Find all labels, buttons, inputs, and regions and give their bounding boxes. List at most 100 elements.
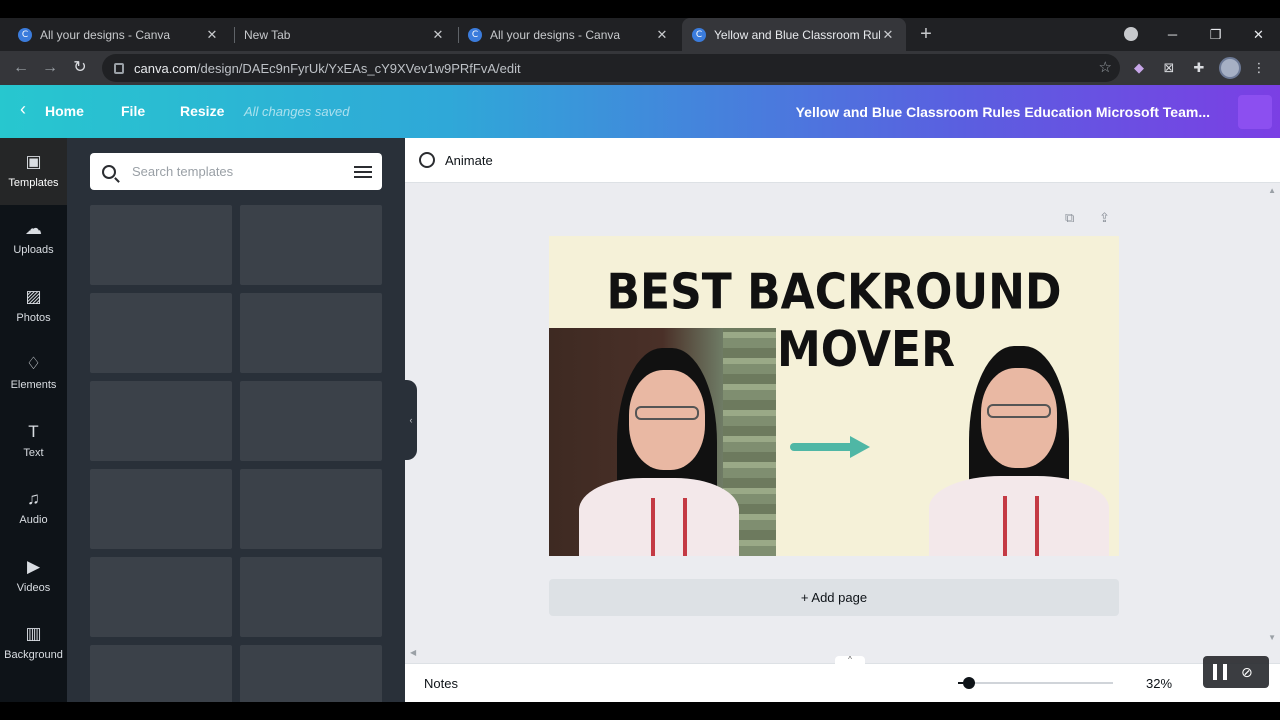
template-tile[interactable] — [240, 557, 382, 637]
file-menu-button[interactable]: File — [121, 103, 145, 119]
editor-footer: Notes ^ 32% — [405, 656, 1280, 702]
close-tab-icon[interactable]: ✕ — [204, 27, 220, 43]
extension-meet-icon[interactable]: ◆ — [1130, 59, 1148, 77]
search-icon — [102, 164, 116, 179]
back-icon[interactable]: ← — [10, 57, 32, 79]
templates-panel — [67, 138, 405, 702]
rail-item-uploads[interactable]: ☁ Uploads — [0, 205, 67, 272]
recording-overlay: ⊘ — [1203, 656, 1269, 688]
template-tile[interactable] — [90, 293, 232, 373]
scroll-down-icon[interactable]: ▼ — [1268, 633, 1276, 642]
photo-icon: ▨ — [25, 287, 42, 306]
share-button[interactable] — [1238, 95, 1272, 129]
video-icon: ▶ — [26, 557, 41, 576]
templates-icon: ▣ — [25, 152, 42, 171]
tab-search-icon[interactable] — [1124, 27, 1138, 41]
search-input[interactable] — [132, 164, 342, 179]
rail-item-label: Templates — [8, 177, 59, 189]
tab-all-designs-2[interactable]: C All your designs - Canva ✕ — [458, 18, 680, 51]
zoom-slider-handle[interactable] — [963, 677, 975, 689]
canva-favicon-icon: C — [692, 27, 706, 42]
rail-item-label: Elements — [10, 379, 57, 391]
extension-box-icon[interactable]: ⊠ — [1160, 59, 1178, 77]
close-tab-icon[interactable]: ✕ — [654, 27, 670, 43]
template-tile[interactable] — [90, 645, 232, 702]
rail-item-label: Photos — [16, 312, 51, 324]
arrow-right-icon[interactable] — [790, 436, 870, 458]
template-tile[interactable] — [240, 205, 382, 285]
bookmark-star-icon[interactable]: ☆ — [1099, 58, 1112, 76]
rail-item-templates[interactable]: ▣ Templates — [0, 138, 67, 205]
url-host: canva.com — [134, 60, 197, 76]
rail-item-label: Uploads — [13, 244, 54, 256]
music-note-icon: ♫ — [27, 489, 40, 508]
template-tile[interactable] — [90, 205, 232, 285]
rail-item-label: Text — [23, 447, 44, 459]
expand-notes-icon[interactable]: ^ — [835, 656, 865, 664]
scroll-up-icon[interactable]: ▲ — [1268, 186, 1276, 195]
template-tile[interactable] — [240, 381, 382, 461]
browser-toolbar: ← → ↻ canva.com/design/DAEc9nFyrUk/YxEAs… — [0, 51, 1280, 85]
original-photo[interactable] — [549, 328, 776, 556]
rail-item-background[interactable]: ▥ Background — [0, 610, 67, 677]
shapes-icon: ♢ — [25, 354, 42, 373]
chevron-left-icon[interactable]: ‹ — [20, 99, 26, 120]
template-tile[interactable] — [90, 557, 232, 637]
extensions-puzzle-icon[interactable]: ✚ — [1190, 59, 1208, 77]
zoom-slider[interactable] — [963, 682, 1113, 684]
close-tab-icon[interactable]: ✕ — [430, 27, 446, 43]
side-rail: ▣ Templates ☁ Uploads ▨ Photos ♢ Element… — [0, 138, 67, 702]
template-tile[interactable] — [240, 645, 382, 702]
forward-icon[interactable]: → — [39, 57, 61, 79]
text-icon: T — [28, 422, 39, 441]
background-pattern-icon: ▥ — [25, 624, 42, 643]
design-page[interactable]: BEST BACKROUND REMOVER — [549, 236, 1119, 556]
home-button[interactable]: Home — [45, 103, 84, 119]
canva-header: ‹ Home File Resize All changes saved Yel… — [0, 85, 1280, 138]
minimize-icon[interactable]: ─ — [1151, 27, 1194, 42]
canva-favicon-icon: C — [18, 27, 32, 42]
template-search[interactable] — [90, 153, 382, 190]
add-page-button[interactable]: + Add page — [549, 579, 1119, 616]
template-tile[interactable] — [90, 381, 232, 461]
browser-tab-strip: C All your designs - Canva ✕ New Tab ✕ C… — [0, 18, 1280, 51]
template-tile[interactable] — [90, 469, 232, 549]
share-page-icon[interactable]: ⇪ — [1099, 210, 1110, 226]
tab-title: New Tab — [244, 27, 291, 42]
upload-cloud-icon: ☁ — [25, 219, 42, 238]
animate-button[interactable]: Animate — [445, 153, 493, 168]
pause-icon[interactable] — [1213, 664, 1227, 680]
rail-item-audio[interactable]: ♫ Audio — [0, 475, 67, 542]
filter-sliders-icon[interactable] — [354, 163, 372, 179]
rail-item-text[interactable]: T Text — [0, 408, 67, 475]
rail-item-photos[interactable]: ▨ Photos — [0, 273, 67, 340]
zoom-level[interactable]: 32% — [1146, 676, 1172, 691]
address-bar[interactable]: canva.com/design/DAEc9nFyrUk/YxEAs_cY9XV… — [102, 54, 1120, 82]
duplicate-page-icon[interactable]: ⧉ — [1065, 210, 1074, 226]
resize-button[interactable]: Resize — [180, 103, 224, 119]
tab-new-tab[interactable]: New Tab ✕ — [234, 18, 456, 51]
restore-icon[interactable]: ❐ — [1194, 27, 1237, 43]
rail-item-label: Videos — [16, 582, 51, 594]
close-tab-icon[interactable]: ✕ — [880, 27, 896, 43]
tab-classroom-rules[interactable]: C Yellow and Blue Classroom Rules ✕ — [682, 18, 906, 51]
document-title[interactable]: Yellow and Blue Classroom Rules Educatio… — [796, 104, 1210, 120]
rail-item-videos[interactable]: ▶ Videos — [0, 543, 67, 610]
lock-icon — [114, 62, 124, 74]
url-path: /design/DAEc9nFyrUk/YxEAs_cY9XVev1w9PRfF… — [196, 60, 521, 76]
scroll-left-icon[interactable]: ◀ — [410, 648, 416, 657]
collapse-panel-handle[interactable]: ‹ — [405, 380, 417, 460]
notes-button[interactable]: Notes — [424, 676, 458, 691]
tab-title: All your designs - Canva — [490, 27, 621, 42]
hide-cursor-icon[interactable]: ⊘ — [1241, 664, 1259, 680]
rail-item-elements[interactable]: ♢ Elements — [0, 340, 67, 407]
template-tile[interactable] — [240, 293, 382, 373]
new-tab-button[interactable]: + — [914, 22, 938, 46]
close-window-icon[interactable]: ✕ — [1237, 27, 1280, 43]
profile-avatar[interactable] — [1219, 57, 1241, 79]
editor-canvas-area: Animate ⧉ ⇪ BEST BACKROUND REMOVER + Add… — [405, 138, 1280, 702]
tab-all-designs-1[interactable]: C All your designs - Canva ✕ — [8, 18, 230, 51]
chrome-menu-icon[interactable]: ⋮ — [1250, 59, 1268, 77]
template-tile[interactable] — [240, 469, 382, 549]
reload-icon[interactable]: ↻ — [69, 57, 91, 79]
